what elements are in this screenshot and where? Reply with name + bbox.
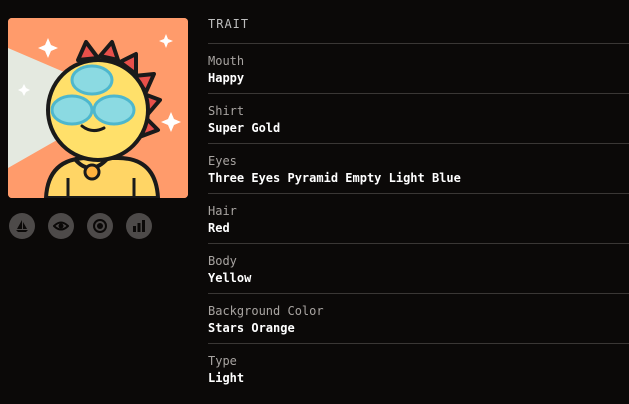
trait-value: Yellow <box>208 271 252 285</box>
chart-icon[interactable] <box>126 213 152 239</box>
trait-value: Stars Orange <box>208 321 295 335</box>
trait-label: Hair <box>208 204 237 218</box>
marketplace-icons <box>9 213 152 239</box>
trait-row-eyes: Eyes Three Eyes Pyramid Empty Light Blue <box>208 144 629 194</box>
trait-value: Light <box>208 371 245 385</box>
trait-value: Three Eyes Pyramid Empty Light Blue <box>208 171 461 185</box>
trait-label: Shirt <box>208 104 245 118</box>
trait-value: Red <box>208 221 230 235</box>
trait-label: Type <box>208 354 237 368</box>
trait-header: TRAIT <box>208 0 629 44</box>
sailboat-icon[interactable] <box>9 213 35 239</box>
trait-row-background-color: Background Color Stars Orange <box>208 294 629 344</box>
trait-label: Mouth <box>208 54 245 68</box>
trait-row-hair: Hair Red <box>208 194 629 244</box>
trait-list: TRAIT Mouth Happy Shirt Super Gold Eyes … <box>208 0 629 394</box>
circle-target-icon[interactable] <box>87 213 113 239</box>
trait-label: Eyes <box>208 154 237 168</box>
trait-label: Background Color <box>208 304 324 318</box>
trait-value: Super Gold <box>208 121 281 135</box>
trait-row-body: Body Yellow <box>208 244 629 294</box>
trait-row-shirt: Shirt Super Gold <box>208 94 629 144</box>
eye-icon[interactable] <box>48 213 74 239</box>
trait-label: Body <box>208 254 237 268</box>
character-illustration <box>8 18 188 198</box>
nft-artwork <box>8 18 188 198</box>
trait-row-type: Type Light <box>208 344 629 394</box>
trait-row-mouth: Mouth Happy <box>208 44 629 94</box>
trait-value: Happy <box>208 71 245 85</box>
